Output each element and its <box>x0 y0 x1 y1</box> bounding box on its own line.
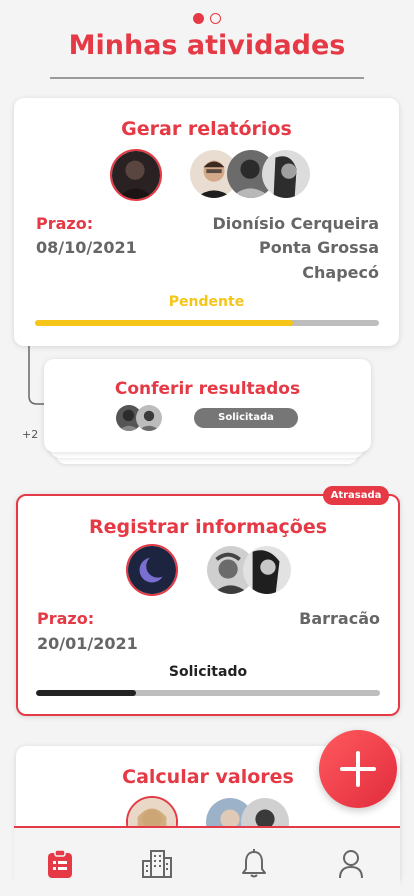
location-1: Barracão <box>299 609 380 628</box>
title-divider <box>50 77 364 79</box>
member-avatar-2[interactable] <box>243 546 291 594</box>
card-title: Gerar relatórios <box>121 118 292 140</box>
card-title: Registrar informações <box>88 516 328 538</box>
page-title: Minhas atividades <box>68 30 346 61</box>
member-avatar-2[interactable] <box>136 405 162 431</box>
progress-bar-fill <box>36 690 136 696</box>
activity-card-registrar-informacoes[interactable]: Atrasada Registrar informações Prazo: 20… <box>16 486 400 716</box>
bell-icon <box>242 849 266 878</box>
deadline-label: Prazo: <box>37 609 95 628</box>
location-2: Ponta Grossa <box>259 238 379 257</box>
status-badge: Solicitada <box>194 408 298 428</box>
activity-card-conferir-resultados[interactable]: Conferir resultados Solicitada <box>44 359 371 452</box>
nav-item-notifications[interactable] <box>238 848 270 880</box>
nav-item-buildings[interactable] <box>141 848 173 880</box>
overdue-tag: Atrasada <box>323 486 389 505</box>
leader-avatar[interactable] <box>110 149 162 201</box>
activity-card-gerar-relatorios[interactable]: Gerar relatórios Prazo: 08/10/2021 Dioní… <box>14 98 399 346</box>
add-activity-button[interactable] <box>319 730 397 808</box>
progress-bar <box>35 320 379 326</box>
clipboard-icon <box>48 849 72 878</box>
deadline-date: 08/10/2021 <box>36 238 137 257</box>
card-title: Conferir resultados <box>114 379 301 399</box>
location-3: Chapecó <box>302 263 379 282</box>
nav-item-profile[interactable] <box>335 848 367 880</box>
deadline-label: Prazo: <box>36 214 94 233</box>
leader-avatar[interactable] <box>126 544 178 596</box>
page-dot-2[interactable] <box>210 13 221 24</box>
deadline-date: 20/01/2021 <box>37 634 138 653</box>
building-icon <box>142 850 172 878</box>
page-dot-1[interactable] <box>193 13 204 24</box>
status-label: Solicitado <box>168 664 248 680</box>
plus-icon <box>340 751 376 787</box>
user-icon <box>339 850 363 879</box>
page-indicator <box>0 13 414 24</box>
member-avatar-3[interactable] <box>262 150 310 198</box>
more-subtasks-count[interactable]: +2 <box>22 428 38 441</box>
bottom-navigation <box>14 826 400 896</box>
nav-item-activities[interactable] <box>44 848 76 880</box>
progress-bar <box>36 690 380 696</box>
progress-bar-fill <box>35 320 293 326</box>
location-1: Dionísio Cerqueira <box>212 214 379 233</box>
status-label: Pendente <box>168 294 245 310</box>
